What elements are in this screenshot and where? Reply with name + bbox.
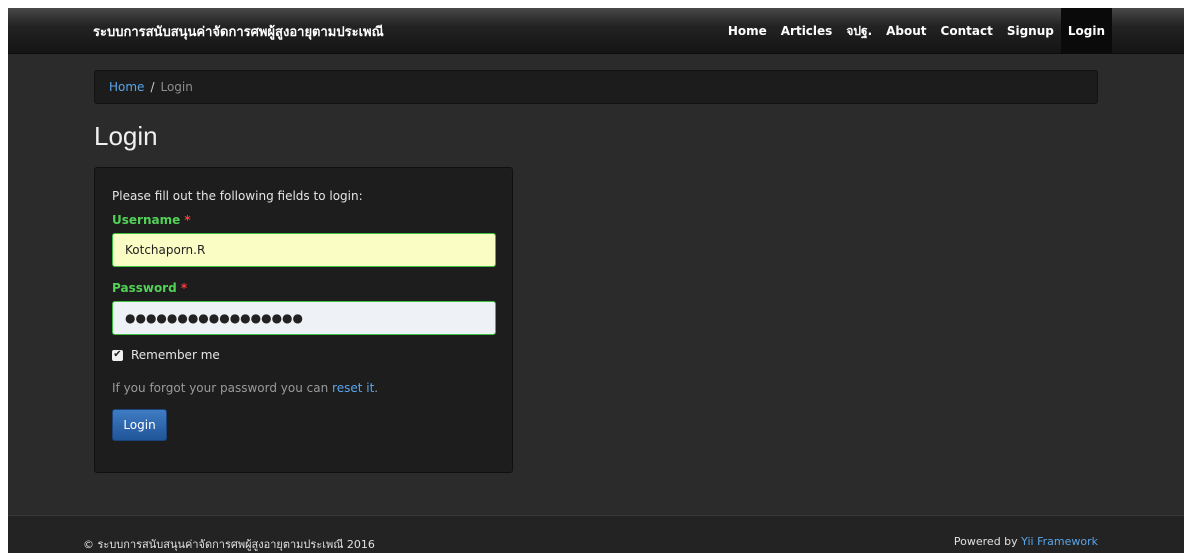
powered-by-prefix: Powered by xyxy=(953,535,1018,548)
footer-powered-by: Powered by Yii Framework xyxy=(954,535,1098,548)
remember-me-checkbox[interactable]: ✔ xyxy=(112,349,123,361)
remember-me-row[interactable]: ✔ Remember me xyxy=(112,348,220,362)
nav-jpt[interactable]: จปฐ. xyxy=(839,8,879,54)
page-title: Login xyxy=(94,121,158,151)
breadcrumb: Home / Login xyxy=(94,70,1098,104)
required-mark: * xyxy=(184,213,191,227)
remember-me-label[interactable]: Remember me xyxy=(131,348,220,362)
nav-contact[interactable]: Contact xyxy=(934,8,1000,54)
forgot-password-suffix: . xyxy=(374,381,379,395)
forgot-password-prefix: If you forgot your password you can xyxy=(112,381,329,395)
password-label: Password * xyxy=(112,281,187,295)
breadcrumb-home-link[interactable]: Home xyxy=(109,80,144,94)
username-label: Username * xyxy=(112,213,191,227)
password-label-text: Password xyxy=(112,281,177,295)
footer: © ระบบการสนับสนุนค่าจัดการศพผู้สูงอายุตา… xyxy=(8,515,1184,553)
breadcrumb-current: Login xyxy=(160,80,193,94)
required-mark: * xyxy=(180,281,188,295)
brand-title[interactable]: ระบบการสนับสนุนค่าจัดการศพผู้สูงอายุตามป… xyxy=(93,21,384,42)
nav-about[interactable]: About xyxy=(879,8,933,54)
forgot-password-text: If you forgot your password you can rese… xyxy=(112,381,378,395)
username-label-text: Username xyxy=(112,213,181,227)
nav-home[interactable]: Home xyxy=(721,8,774,54)
login-button[interactable]: Login xyxy=(112,409,167,441)
reset-password-link[interactable]: reset it xyxy=(332,381,374,395)
nav-articles[interactable]: Articles xyxy=(774,8,840,54)
top-navbar: ระบบการสนับสนุนค่าจัดการศพผู้สูงอายุตามป… xyxy=(8,8,1184,54)
username-input[interactable] xyxy=(112,233,496,267)
footer-copyright: © ระบบการสนับสนุนค่าจัดการศพผู้สูงอายุตา… xyxy=(83,538,375,551)
breadcrumb-separator: / xyxy=(150,80,155,94)
login-intro-text: Please fill out the following fields to … xyxy=(112,189,363,203)
page-frame: ระบบการสนับสนุนค่าจัดการศพผู้สูงอายุตามป… xyxy=(8,8,1184,553)
main-nav: Home Articles จปฐ. About Contact Signup … xyxy=(721,8,1112,54)
nav-login[interactable]: Login xyxy=(1060,8,1112,54)
nav-signup[interactable]: Signup xyxy=(1000,8,1061,54)
yii-framework-link[interactable]: Yii Framework xyxy=(1021,535,1098,548)
password-input[interactable] xyxy=(112,301,496,335)
login-panel: Please fill out the following fields to … xyxy=(94,167,513,473)
